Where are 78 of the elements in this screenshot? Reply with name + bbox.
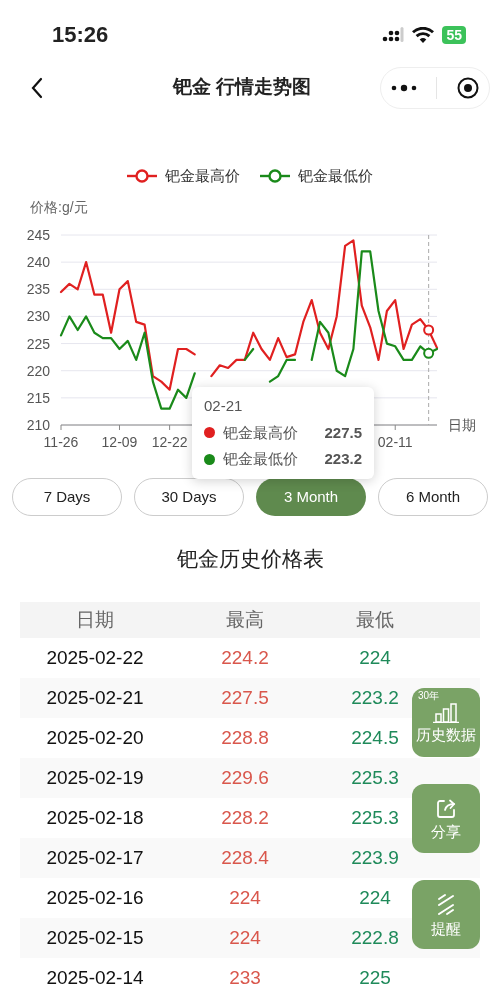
low-price-cell-text: 224.5 (351, 725, 399, 750)
range-tab[interactable]: 3 Month (256, 478, 366, 516)
range-tab[interactable]: 30 Days (134, 478, 244, 516)
tooltip-label: 钯金最高价 (223, 422, 298, 443)
tooltip-label: 钯金最低价 (223, 449, 298, 469)
date-cell-text: 2025-02-21 (45, 685, 145, 710)
floating-button-label: 分享 (431, 824, 461, 839)
x-tick-label: 11-26 (43, 434, 79, 450)
battery-level: 55 (442, 25, 466, 44)
more-icon[interactable] (390, 83, 417, 92)
years-label: 30年 (418, 691, 440, 701)
legend-label: 钯金最低价 (298, 165, 373, 186)
y-tick-label: 225 (26, 335, 50, 352)
high-price-cell-text: 227.5 (220, 685, 270, 710)
point-marker (423, 347, 435, 359)
date-cell-text: 2025-02-17 (45, 845, 145, 870)
legend-label: 钯金最高价 (165, 165, 240, 186)
high-price-cell-text: 233 (228, 965, 262, 990)
signal-icon (382, 26, 405, 43)
zigzag-icon (435, 893, 457, 917)
low-price-cell-text: 225 (359, 965, 391, 990)
high-price-cell-text: 224 (228, 925, 262, 950)
tooltip-value: 227.5 (324, 422, 362, 443)
x-tick-label: 02-11 (377, 434, 413, 450)
x-tick-label: 12-22 (151, 434, 188, 450)
high-price-cell-text: 229.6 (220, 765, 270, 790)
high-price-cell-text: 228.4 (220, 845, 270, 870)
floating-action-button[interactable]: 分享 (412, 784, 480, 853)
date-cell-text: 2025-02-19 (45, 765, 145, 790)
tooltip-value: 223.2 (324, 449, 362, 469)
floating-action-button[interactable]: 30年 历史数据 (412, 688, 480, 757)
low-price-cell-text: 223.9 (351, 845, 399, 870)
y-tick-label: 210 (26, 417, 50, 433)
low-price-cell-text: 225.3 (351, 805, 399, 830)
column-header: 日期 (75, 607, 115, 632)
date-cell-text: 2025-02-16 (45, 885, 145, 910)
x-axis-label: 日期 (448, 417, 476, 433)
table-title: 钯金历史价格表 (176, 546, 324, 573)
y-tick-label: 220 (26, 362, 50, 379)
date-cell-text: 2025-02-22 (45, 645, 145, 670)
date-cell-text: 2025-02-15 (45, 925, 145, 950)
y-tick-label: 215 (26, 389, 50, 406)
legend-line-icon (127, 169, 157, 183)
column-header: 最高 (225, 607, 265, 632)
date-cell-text: 2025-02-14 (45, 965, 145, 990)
low-price-cell-text: 225.3 (351, 765, 399, 790)
share-icon (435, 798, 457, 820)
high-price-cell-text: 224.2 (220, 645, 270, 670)
y-tick-label: 245 (26, 227, 50, 243)
back-icon[interactable] (30, 76, 44, 99)
y-tick-label: 240 (26, 254, 50, 271)
y-tick-label: 230 (26, 308, 50, 325)
range-tab[interactable]: 7 Days (12, 478, 122, 516)
date-cell-text: 2025-02-20 (45, 725, 145, 750)
bar-chart-icon (433, 703, 459, 723)
high-price-cell-text: 224 (228, 885, 262, 910)
low-price-cell-text: 223.2 (351, 685, 399, 710)
close-target-icon[interactable] (457, 76, 480, 99)
x-tick-label: 12-09 (101, 434, 138, 450)
tooltip-date: 02-21 (204, 396, 244, 416)
floating-button-label: 历史数据 (416, 727, 476, 742)
floating-action-button[interactable]: 提醒 (412, 880, 480, 949)
page-title: 钯金 行情走势图 (172, 75, 312, 100)
column-header: 最低 (355, 607, 395, 632)
date-cell-text: 2025-02-18 (45, 805, 145, 830)
y-tick-label: 235 (26, 281, 50, 298)
status-time: 15:26 (52, 21, 109, 49)
floating-button-label: 提醒 (431, 921, 461, 936)
wifi-icon (412, 26, 435, 43)
point-marker (423, 324, 435, 336)
low-price-cell-text: 224 (359, 885, 391, 910)
legend-line-icon (260, 169, 290, 183)
high-price-cell-text: 228.2 (220, 805, 270, 830)
range-tab[interactable]: 6 Month (378, 478, 488, 516)
y-axis-label: 价格:g/元 (30, 199, 88, 215)
low-price-cell-text: 224 (359, 645, 391, 670)
high-price-cell-text: 228.8 (220, 725, 270, 750)
low-price-cell-text: 222.8 (351, 925, 399, 950)
